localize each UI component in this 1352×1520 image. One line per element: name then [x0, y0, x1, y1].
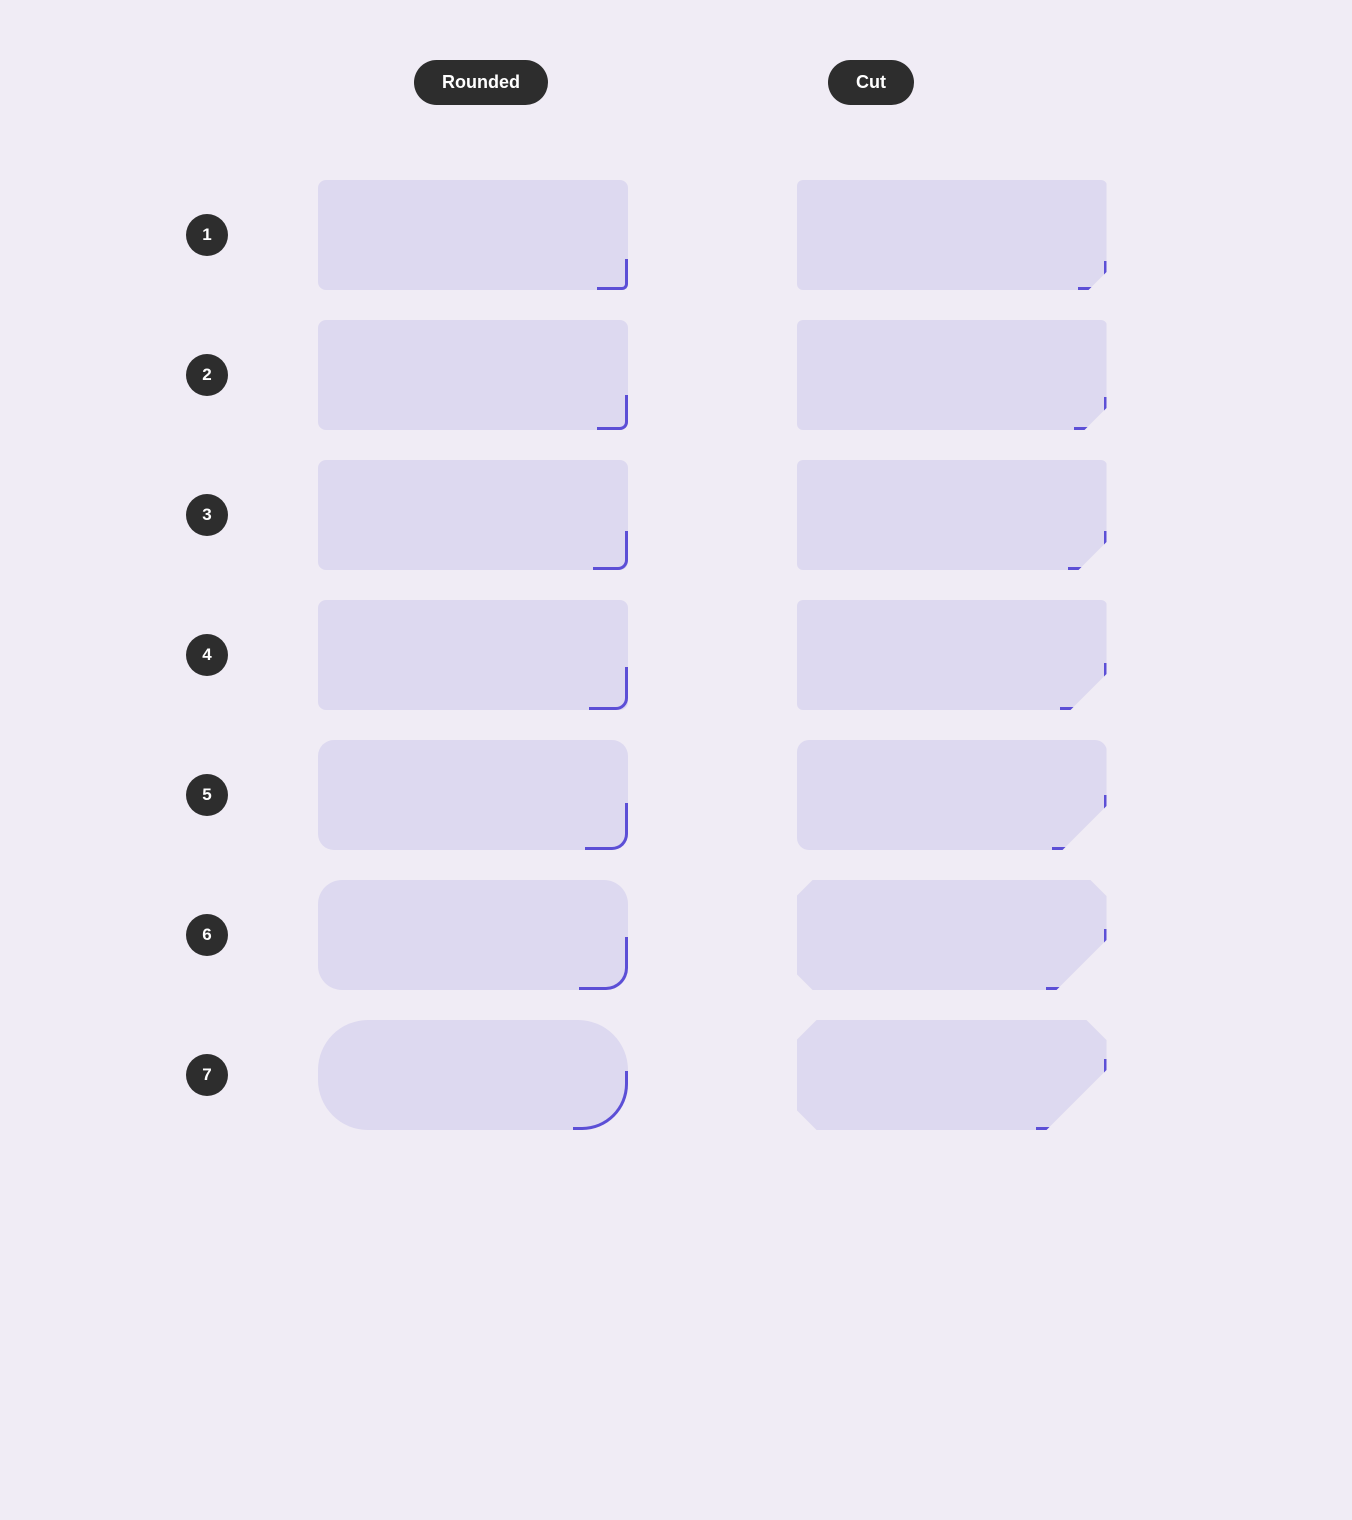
cut-card-slot-7 [737, 1005, 1166, 1145]
number-slot-2: 2 [186, 305, 228, 445]
rounded-card-2 [318, 320, 628, 430]
rounded-card-slot-2 [258, 305, 687, 445]
number-circle-2: 2 [186, 354, 228, 396]
number-slot-7: 7 [186, 1005, 228, 1145]
cut-card-slot-2 [737, 305, 1166, 445]
rounded-card-slot-5 [258, 725, 687, 865]
rounded-card-slot-3 [258, 445, 687, 585]
rounded-card-slot-1 [258, 165, 687, 305]
cut-column [737, 165, 1166, 1145]
rounded-card-4 [318, 600, 628, 710]
rounded-column [258, 165, 687, 1145]
rounded-card-1 [318, 180, 628, 290]
page-header: Rounded Cut [226, 60, 1126, 105]
cut-card-5 [797, 740, 1107, 850]
number-slot-4: 4 [186, 585, 228, 725]
number-circle-6: 6 [186, 914, 228, 956]
cut-card-4 [797, 600, 1107, 710]
cut-card-slot-5 [737, 725, 1166, 865]
rounded-card-slot-6 [258, 865, 687, 1005]
rounded-card-3 [318, 460, 628, 570]
cut-card-7 [797, 1020, 1107, 1130]
number-circle-7: 7 [186, 1054, 228, 1096]
rounded-card-5 [318, 740, 628, 850]
cut-card-6 [797, 880, 1107, 990]
cut-card-2 [797, 320, 1107, 430]
number-slot-6: 6 [186, 865, 228, 1005]
cut-card-slot-4 [737, 585, 1166, 725]
number-slot-5: 5 [186, 725, 228, 865]
cut-card-slot-6 [737, 865, 1166, 1005]
rounded-card-slot-4 [258, 585, 687, 725]
cut-badge: Cut [828, 60, 914, 105]
number-circle-5: 5 [186, 774, 228, 816]
main-content: 1 2 3 4 5 6 [186, 165, 1166, 1145]
number-circle-4: 4 [186, 634, 228, 676]
cut-card-3 [797, 460, 1107, 570]
number-circle-1: 1 [186, 214, 228, 256]
number-slot-3: 3 [186, 445, 228, 585]
rounded-card-6 [318, 880, 628, 990]
number-circle-3: 3 [186, 494, 228, 536]
cut-card-slot-3 [737, 445, 1166, 585]
rounded-card-7 [318, 1020, 628, 1130]
cut-card-slot-1 [737, 165, 1166, 305]
cut-card-1 [797, 180, 1107, 290]
rounded-card-slot-7 [258, 1005, 687, 1145]
rounded-badge: Rounded [414, 60, 548, 105]
row-numbers: 1 2 3 4 5 6 [186, 165, 228, 1145]
columns [258, 165, 1166, 1145]
number-slot-1: 1 [186, 165, 228, 305]
